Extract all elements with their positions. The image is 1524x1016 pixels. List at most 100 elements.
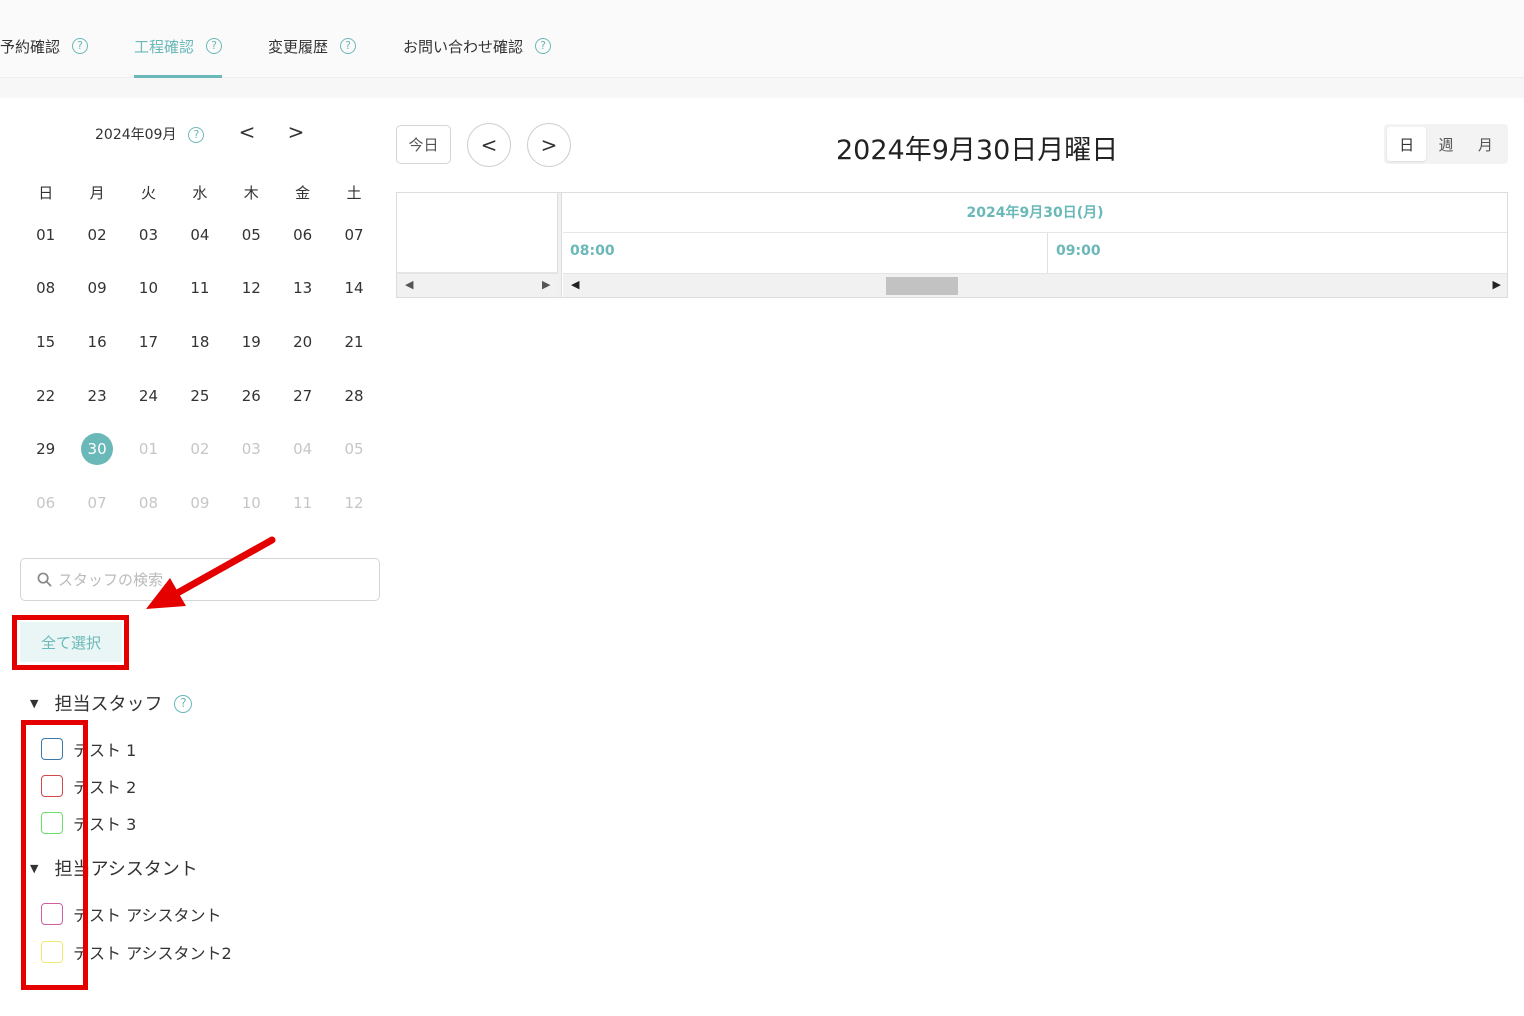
staff-group-header[interactable]: ▼ 担当スタッフ ? [30, 690, 193, 716]
calendar-day[interactable]: 17 [123, 333, 174, 351]
staff-checkbox[interactable] [41, 812, 63, 834]
scroll-right-icon[interactable]: ▶ [1493, 278, 1501, 291]
view-day-button[interactable]: 日 [1387, 127, 1427, 161]
next-day-button[interactable]: > [527, 123, 571, 167]
prev-day-button[interactable]: < [467, 123, 511, 167]
calendar-day[interactable]: 14 [328, 279, 379, 297]
staff-search-input[interactable] [58, 570, 358, 589]
view-month-button[interactable]: 月 [1466, 127, 1505, 161]
weekday-label: 金 [295, 183, 311, 202]
calendar-day[interactable]: 10 [123, 279, 174, 297]
calendar-day[interactable]: 11 [174, 279, 225, 297]
staff-item[interactable]: テスト 2 [41, 774, 136, 798]
tab-process[interactable]: 工程確認 ? [134, 36, 223, 78]
calendar-day[interactable]: 19 [226, 333, 277, 351]
calendar-day[interactable]: 24 [123, 387, 174, 405]
tab-label: お問い合わせ確認 [403, 38, 524, 56]
select-all-button[interactable]: 全て選択 [20, 622, 122, 662]
timeline-scrollbar[interactable]: ◀ ▶ [563, 273, 1507, 297]
caret-down-icon[interactable]: ▼ [30, 697, 38, 710]
calendar-day[interactable]: 02 [71, 226, 122, 244]
weekday-label: 水 [192, 183, 208, 202]
calendar-day[interactable]: 28 [328, 387, 379, 405]
help-icon[interactable]: ? [206, 38, 223, 54]
scroll-left-icon[interactable]: ◀ [571, 278, 579, 291]
assistant-checkbox[interactable] [41, 903, 63, 925]
calendar-day[interactable]: 12 [226, 279, 277, 297]
tab-inquiry[interactable]: お問い合わせ確認 ? [403, 36, 552, 78]
mini-calendar-prev-button[interactable]: < [237, 120, 257, 144]
tab-label: 工程確認 [134, 38, 195, 56]
timeline-hour-divider [1047, 233, 1048, 273]
help-icon[interactable]: ? [72, 38, 89, 54]
mini-calendar-next-button[interactable]: > [286, 120, 306, 144]
calendar-day-next-month[interactable]: 01 [123, 440, 174, 458]
calendar-day-selected[interactable]: 30 [71, 433, 122, 466]
calendar-day-next-month[interactable]: 12 [328, 494, 379, 512]
tab-change-history[interactable]: 変更履歴 ? [268, 36, 357, 78]
calendar-day[interactable]: 04 [174, 226, 225, 244]
calendar-day[interactable]: 20 [277, 333, 328, 351]
calendar-day-next-month[interactable]: 06 [20, 494, 71, 512]
calendar-day[interactable]: 18 [174, 333, 225, 351]
calendar-day-next-month[interactable]: 09 [174, 494, 225, 512]
calendar-day-next-month[interactable]: 10 [226, 494, 277, 512]
calendar-day[interactable]: 26 [226, 387, 277, 405]
assistant-item[interactable]: テスト アシスタント [41, 902, 221, 926]
calendar-day-next-month[interactable]: 04 [277, 440, 328, 458]
staff-checkbox[interactable] [41, 738, 63, 760]
help-icon[interactable]: ? [188, 127, 205, 143]
mini-calendar-grid: 日 月 火 水 木 金 土 01 02 03 04 05 06 07 08 09… [20, 176, 380, 530]
help-icon[interactable]: ? [340, 38, 357, 54]
caret-down-icon[interactable]: ▼ [30, 862, 38, 875]
weekday-label: 月 [89, 183, 105, 202]
calendar-day[interactable]: 07 [328, 226, 379, 244]
staff-group-title: 担当スタッフ [54, 694, 163, 715]
calendar-day[interactable]: 25 [174, 387, 225, 405]
staff-label: テスト 3 [73, 815, 137, 834]
staff-item[interactable]: テスト 1 [41, 737, 136, 761]
calendar-day[interactable]: 16 [71, 333, 122, 351]
scroll-right-icon[interactable]: ▶ [542, 278, 550, 291]
assistant-group-title: 担当アシスタント [54, 859, 198, 880]
assistant-label: テスト アシスタント [73, 906, 222, 925]
calendar-day[interactable]: 08 [20, 279, 71, 297]
resource-scrollbar[interactable]: ◀ ▶ [397, 273, 558, 297]
calendar-day-next-month[interactable]: 08 [123, 494, 174, 512]
calendar-day[interactable]: 01 [20, 226, 71, 244]
calendar-day[interactable]: 22 [20, 387, 71, 405]
staff-checkbox[interactable] [41, 775, 63, 797]
calendar-day[interactable]: 23 [71, 387, 122, 405]
calendar-day[interactable]: 29 [20, 440, 71, 458]
weekday-header-row: 日 月 火 水 木 金 土 [20, 176, 380, 208]
tab-label: 予約確認 [0, 38, 61, 56]
help-icon[interactable]: ? [174, 695, 193, 713]
search-icon [37, 572, 52, 587]
calendar-day[interactable]: 21 [328, 333, 379, 351]
scroll-left-icon[interactable]: ◀ [405, 278, 413, 291]
calendar-day[interactable]: 05 [226, 226, 277, 244]
scheduler-title: 2024年9月30日月曜日 [836, 135, 1119, 166]
calendar-day[interactable]: 15 [20, 333, 71, 351]
assistant-item[interactable]: テスト アシスタント2 [41, 940, 232, 964]
help-icon[interactable]: ? [535, 38, 552, 54]
calendar-day-next-month[interactable]: 02 [174, 440, 225, 458]
staff-item[interactable]: テスト 3 [41, 811, 136, 835]
view-week-button[interactable]: 週 [1426, 127, 1465, 161]
assistant-checkbox[interactable] [41, 941, 63, 963]
tab-reservation[interactable]: 予約確認 ? [0, 36, 89, 78]
calendar-day[interactable]: 03 [123, 226, 174, 244]
calendar-day[interactable]: 09 [71, 279, 122, 297]
calendar-day-next-month[interactable]: 11 [277, 494, 328, 512]
calendar-day[interactable]: 06 [277, 226, 328, 244]
calendar-day-next-month[interactable]: 03 [226, 440, 277, 458]
calendar-day[interactable]: 27 [277, 387, 328, 405]
today-button[interactable]: 今日 [396, 125, 451, 164]
scrollbar-thumb[interactable] [886, 277, 958, 295]
calendar-day[interactable]: 13 [277, 279, 328, 297]
calendar-day-next-month[interactable]: 05 [328, 440, 379, 458]
timeline-splitter[interactable] [558, 193, 562, 297]
weekday-label: 日 [38, 183, 54, 202]
assistant-group-header[interactable]: ▼ 担当アシスタント [30, 855, 198, 881]
calendar-day-next-month[interactable]: 07 [71, 494, 122, 512]
